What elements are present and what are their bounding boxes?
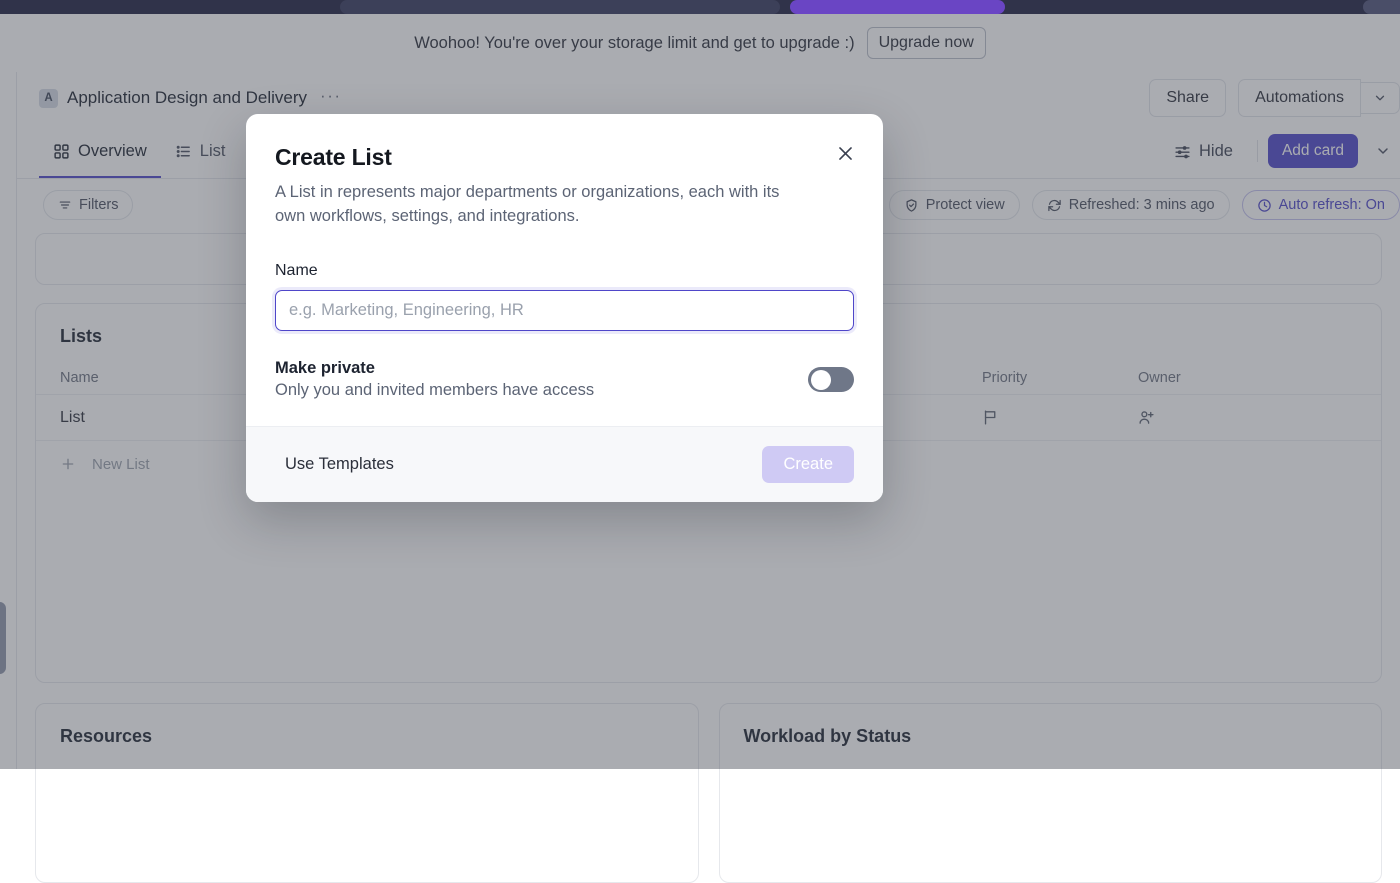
name-input[interactable] [275,290,854,331]
create-list-dialog-body: Create List A List in represents major d… [246,114,883,331]
browser-chrome-bar [0,0,1400,14]
make-private-toggle[interactable] [808,367,854,392]
make-private-row: Make private Only you and invited member… [246,331,883,426]
dialog-footer: Use Templates Create [246,426,883,502]
name-field-label: Name [275,262,854,280]
make-private-label: Make private [275,359,594,378]
dialog-title: Create List [275,144,854,171]
chrome-active-tab [790,0,1005,14]
create-list-dialog: Create List A List in represents major d… [246,114,883,502]
make-private-subtitle: Only you and invited members have access [275,381,594,400]
toggle-knob [811,370,831,390]
dialog-description: A List in represents major departments o… [275,181,807,228]
create-button[interactable]: Create [762,446,854,483]
close-icon[interactable] [832,140,858,166]
make-private-text: Make private Only you and invited member… [275,359,594,400]
use-templates-button[interactable]: Use Templates [275,449,404,480]
chrome-window-controls [1363,0,1400,14]
chrome-tab-strip [340,0,780,14]
